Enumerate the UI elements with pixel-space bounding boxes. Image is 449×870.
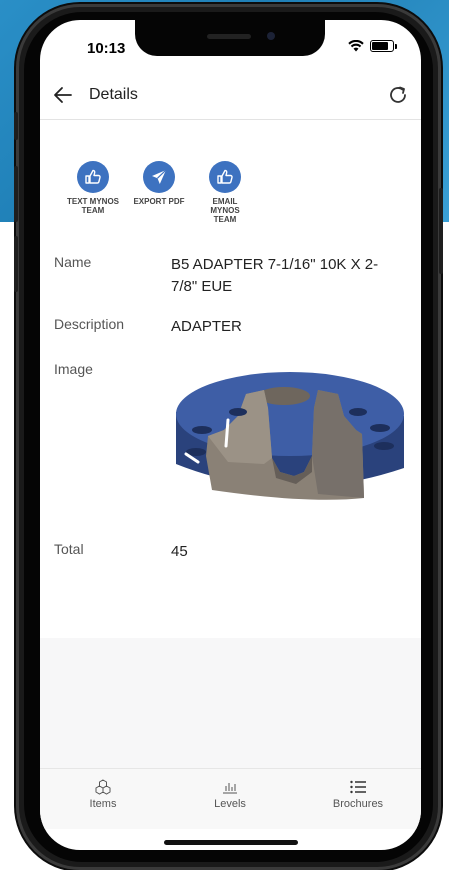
name-label: Name [54,254,92,270]
screen: 10:13 Details TEXT MYNOS TEAM EXPORT PDF… [40,20,421,850]
send-icon [143,161,175,193]
refresh-icon[interactable] [387,84,409,106]
page-title: Details [89,86,138,103]
image-label: Image [54,361,93,377]
battery-icon [370,40,394,52]
thumbs-up-icon [77,161,109,193]
status-time: 10:13 [87,40,126,57]
action-buttons: TEXT MYNOS TEAM EXPORT PDF EMAIL MYNOS T… [60,161,258,224]
thumbs-up-icon [209,161,241,193]
tab-bar: Items Levels Brochures [40,768,421,829]
description-value: ADAPTER [171,318,242,335]
side-button [14,112,18,140]
email-team-button[interactable]: EMAIL MYNOS TEAM [192,161,258,224]
total-label: Total [54,541,84,557]
export-pdf-label: EXPORT PDF [133,197,185,206]
text-team-label: TEXT MYNOS TEAM [67,197,120,215]
front-camera [267,32,275,40]
tab-brochures-label: Brochures [332,798,384,810]
battery-tip [395,43,397,49]
total-value: 45 [171,543,188,560]
speaker [207,34,251,39]
volume-down-button [14,236,18,292]
bar-chart-icon [223,783,237,794]
text-team-button[interactable]: TEXT MYNOS TEAM [60,161,126,224]
empty-area [40,638,421,768]
list-icon [350,780,366,794]
power-button [439,188,443,274]
tab-items[interactable]: Items [53,779,153,810]
home-indicator[interactable] [164,840,298,845]
name-value: B5 ADAPTER 7-1/16" 10K X 2-7/8" EUE [171,256,379,295]
back-arrow-icon[interactable] [52,84,74,106]
email-team-label: EMAIL MYNOS TEAM [210,197,240,224]
tab-levels-label: Levels [214,798,246,810]
description-label: Description [54,316,125,332]
header-bar: Details [40,72,421,120]
part-image [176,372,404,500]
tab-levels[interactable]: Levels [180,779,280,810]
notch [135,20,325,56]
wifi-icon [348,40,364,52]
cubes-icon [95,779,111,795]
tab-items-label: Items [89,798,117,810]
export-pdf-button[interactable]: EXPORT PDF [126,161,192,224]
volume-up-button [14,166,18,222]
tab-brochures[interactable]: Brochures [308,779,408,810]
status-icons [348,40,397,52]
